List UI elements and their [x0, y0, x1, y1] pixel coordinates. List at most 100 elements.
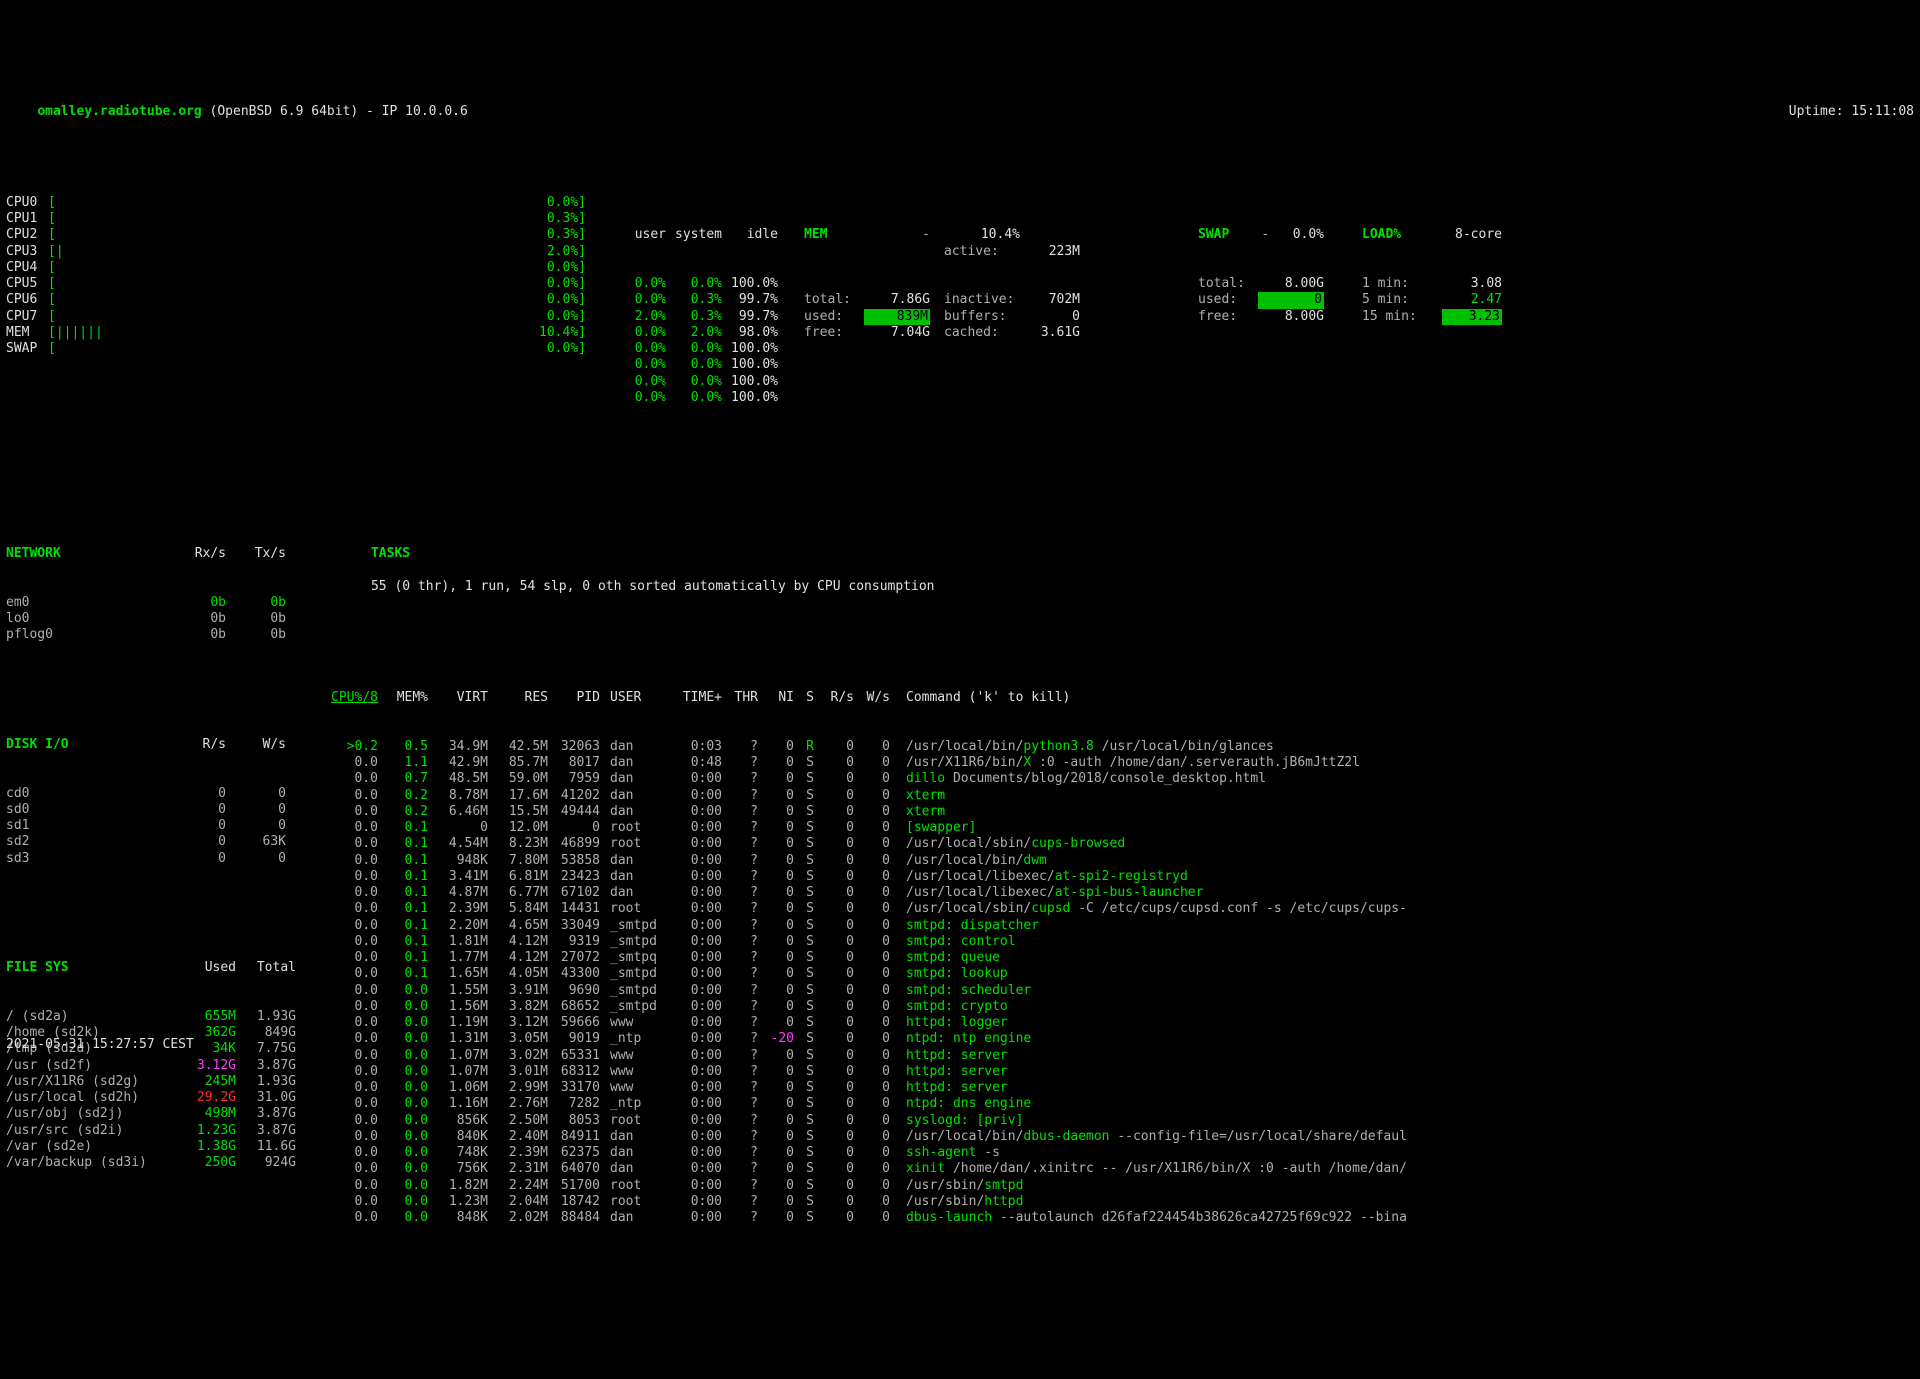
- proc-state: S: [800, 820, 820, 836]
- proc-header[interactable]: CPU%/8 MEM% VIRT RES PID USER TIME+ THR …: [324, 690, 1914, 706]
- proc-time: 0:00: [666, 1080, 728, 1096]
- proc-rs: 0: [820, 1015, 860, 1031]
- proc-command: syslogd: [priv]: [896, 1113, 1914, 1129]
- proc-pid: 51700: [554, 1178, 606, 1194]
- tasks-panel: TASKS 55 (0 thr), 1 run, 54 slp, 0 oth s…: [324, 497, 1914, 1259]
- hostname: omalley.radiotube.org: [37, 104, 201, 119]
- proc-ws: 0: [860, 1015, 896, 1031]
- proc-row[interactable]: 0.00.01.16M2.76M7282_ntp0:00?0S00ntpd: d…: [324, 1096, 1914, 1112]
- fs-row: /var (sd2e)1.38G11.6G: [6, 1139, 306, 1155]
- hdr-ni[interactable]: NI: [764, 690, 800, 706]
- proc-virt: 1.31M: [434, 1031, 494, 1047]
- proc-row[interactable]: 0.01.142.9M85.7M8017dan0:48?0S00/usr/X11…: [324, 755, 1914, 771]
- proc-command: xterm: [896, 804, 1914, 820]
- proc-row[interactable]: 0.00.0756K2.31M64070dan0:00?0S00xinit /h…: [324, 1161, 1914, 1177]
- proc-row[interactable]: 0.00.12.39M5.84M14431root0:00?0S00/usr/l…: [324, 901, 1914, 917]
- proc-ni: 0: [764, 950, 800, 966]
- proc-row[interactable]: 0.00.01.07M3.02M65331www0:00?0S00httpd: …: [324, 1048, 1914, 1064]
- proc-ni: 0: [764, 1194, 800, 1210]
- proc-cpu: 0.0: [324, 1096, 384, 1112]
- proc-row[interactable]: 0.00.26.46M15.5M49444dan0:00?0S00xterm: [324, 804, 1914, 820]
- proc-row[interactable]: 0.00.01.82M2.24M51700root0:00?0S00/usr/s…: [324, 1178, 1914, 1194]
- proc-row[interactable]: 0.00.11.65M4.05M43300_smtpd0:00?0S00smtp…: [324, 966, 1914, 982]
- proc-row[interactable]: 0.00.0848K2.02M88484dan0:00?0S00dbus-lau…: [324, 1210, 1914, 1226]
- proc-user: dan: [606, 1145, 666, 1161]
- proc-ni: 0: [764, 1064, 800, 1080]
- hdr-virt[interactable]: VIRT: [434, 690, 494, 706]
- proc-res: 17.6M: [494, 788, 554, 804]
- proc-row[interactable]: 0.00.11.81M4.12M9319_smtpd0:00?0S00smtpd…: [324, 934, 1914, 950]
- disk-w-hdr: W/s: [226, 737, 286, 753]
- proc-cpu: 0.0: [324, 1178, 384, 1194]
- proc-row[interactable]: 0.00.01.31M3.05M9019_ntp0:00?-20S00ntpd:…: [324, 1031, 1914, 1047]
- proc-row[interactable]: 0.00.01.56M3.82M68652_smtpd0:00?0S00smtp…: [324, 999, 1914, 1015]
- proc-pid: 7959: [554, 771, 606, 787]
- hdr-res[interactable]: RES: [494, 690, 554, 706]
- hdr-time[interactable]: TIME+: [666, 690, 728, 706]
- proc-mem: 0.0: [384, 1031, 434, 1047]
- proc-thr: ?: [728, 966, 764, 982]
- proc-pid: 33170: [554, 1080, 606, 1096]
- proc-res: 7.80M: [494, 853, 554, 869]
- hdr-pid[interactable]: PID: [554, 690, 606, 706]
- cpu-pct: 0.0%]: [530, 292, 586, 308]
- proc-row[interactable]: 0.00.1948K7.80M53858dan0:00?0S00/usr/loc…: [324, 853, 1914, 869]
- proc-row[interactable]: 0.00.0856K2.50M8053root0:00?0S00syslogd:…: [324, 1113, 1914, 1129]
- proc-user: _smtpd: [606, 934, 666, 950]
- hdr-user[interactable]: USER: [606, 690, 666, 706]
- hdr-thr[interactable]: THR: [728, 690, 764, 706]
- proc-virt: 840K: [434, 1129, 494, 1145]
- proc-row[interactable]: 0.00.1012.0M0root0:00?0S00[swapper]: [324, 820, 1914, 836]
- proc-virt: 4.87M: [434, 885, 494, 901]
- cpu-bar-row: SWAP[0.0%]: [6, 341, 586, 357]
- cpu-label: CPU3: [6, 244, 48, 260]
- proc-row[interactable]: 0.00.14.54M8.23M46899root0:00?0S00/usr/l…: [324, 836, 1914, 852]
- proc-pid: 64070: [554, 1161, 606, 1177]
- fs-row: /usr/obj (sd2j)498M3.87G: [6, 1106, 306, 1122]
- proc-row[interactable]: >0.20.534.9M42.5M32063dan0:03?0R00/usr/l…: [324, 739, 1914, 755]
- proc-row[interactable]: 0.00.12.20M4.65M33049_smtpd0:00?0S00smtp…: [324, 918, 1914, 934]
- proc-time: 0:00: [666, 1194, 728, 1210]
- proc-virt: 1.19M: [434, 1015, 494, 1031]
- proc-row[interactable]: 0.00.748.5M59.0M7959dan0:00?0S00dillo Do…: [324, 771, 1914, 787]
- proc-state: S: [800, 918, 820, 934]
- swap-panel: SWAP - 0.0% total:8.00Gused:0free:8.00G: [1198, 195, 1338, 439]
- proc-thr: ?: [728, 1096, 764, 1112]
- hdr-ws[interactable]: W/s: [860, 690, 896, 706]
- hdr-s[interactable]: S: [800, 690, 820, 706]
- cpu-gauge: [||||||: [48, 325, 530, 341]
- hdr-cmd[interactable]: Command ('k' to kill): [896, 690, 1914, 706]
- proc-state: S: [800, 853, 820, 869]
- cpu-label: CPU5: [6, 276, 48, 292]
- usi-row: 0.0%2.0% 98.0%: [610, 325, 780, 341]
- proc-mem: 0.0: [384, 1080, 434, 1096]
- proc-row[interactable]: 0.00.0748K2.39M62375dan0:00?0S00ssh-agen…: [324, 1145, 1914, 1161]
- proc-row[interactable]: 0.00.14.87M6.77M67102dan0:00?0S00/usr/lo…: [324, 885, 1914, 901]
- proc-row[interactable]: 0.00.01.55M3.91M9690_smtpd0:00?0S00smtpd…: [324, 983, 1914, 999]
- proc-rs: 0: [820, 1048, 860, 1064]
- proc-virt: 3.41M: [434, 869, 494, 885]
- proc-row[interactable]: 0.00.28.78M17.6M41202dan0:00?0S00xterm: [324, 788, 1914, 804]
- hdr-rs[interactable]: R/s: [820, 690, 860, 706]
- proc-ni: 0: [764, 820, 800, 836]
- proc-thr: ?: [728, 1064, 764, 1080]
- proc-row[interactable]: 0.00.01.19M3.12M59666www0:00?0S00httpd: …: [324, 1015, 1914, 1031]
- proc-time: 0:00: [666, 869, 728, 885]
- proc-user: dan: [606, 885, 666, 901]
- proc-pid: 68312: [554, 1064, 606, 1080]
- hdr-mem[interactable]: MEM%: [384, 690, 434, 706]
- proc-row[interactable]: 0.00.13.41M6.81M23423dan0:00?0S00/usr/lo…: [324, 869, 1914, 885]
- proc-ws: 0: [860, 869, 896, 885]
- proc-row[interactable]: 0.00.01.06M2.99M33170www0:00?0S00httpd: …: [324, 1080, 1914, 1096]
- proc-row[interactable]: 0.00.11.77M4.12M27072_smtpq0:00?0S00smtp…: [324, 950, 1914, 966]
- proc-command: /usr/sbin/httpd: [896, 1194, 1914, 1210]
- proc-mem: 0.0: [384, 1064, 434, 1080]
- proc-row[interactable]: 0.00.01.23M2.04M18742root0:00?0S00/usr/s…: [324, 1194, 1914, 1210]
- hdr-cpu[interactable]: CPU%/8: [324, 690, 384, 706]
- proc-row[interactable]: 0.00.01.07M3.01M68312www0:00?0S00httpd: …: [324, 1064, 1914, 1080]
- proc-mem: 0.1: [384, 885, 434, 901]
- proc-pid: 53858: [554, 853, 606, 869]
- proc-rs: 0: [820, 836, 860, 852]
- proc-row[interactable]: 0.00.0840K2.40M84911dan0:00?0S00/usr/loc…: [324, 1129, 1914, 1145]
- proc-cpu: 0.0: [324, 1129, 384, 1145]
